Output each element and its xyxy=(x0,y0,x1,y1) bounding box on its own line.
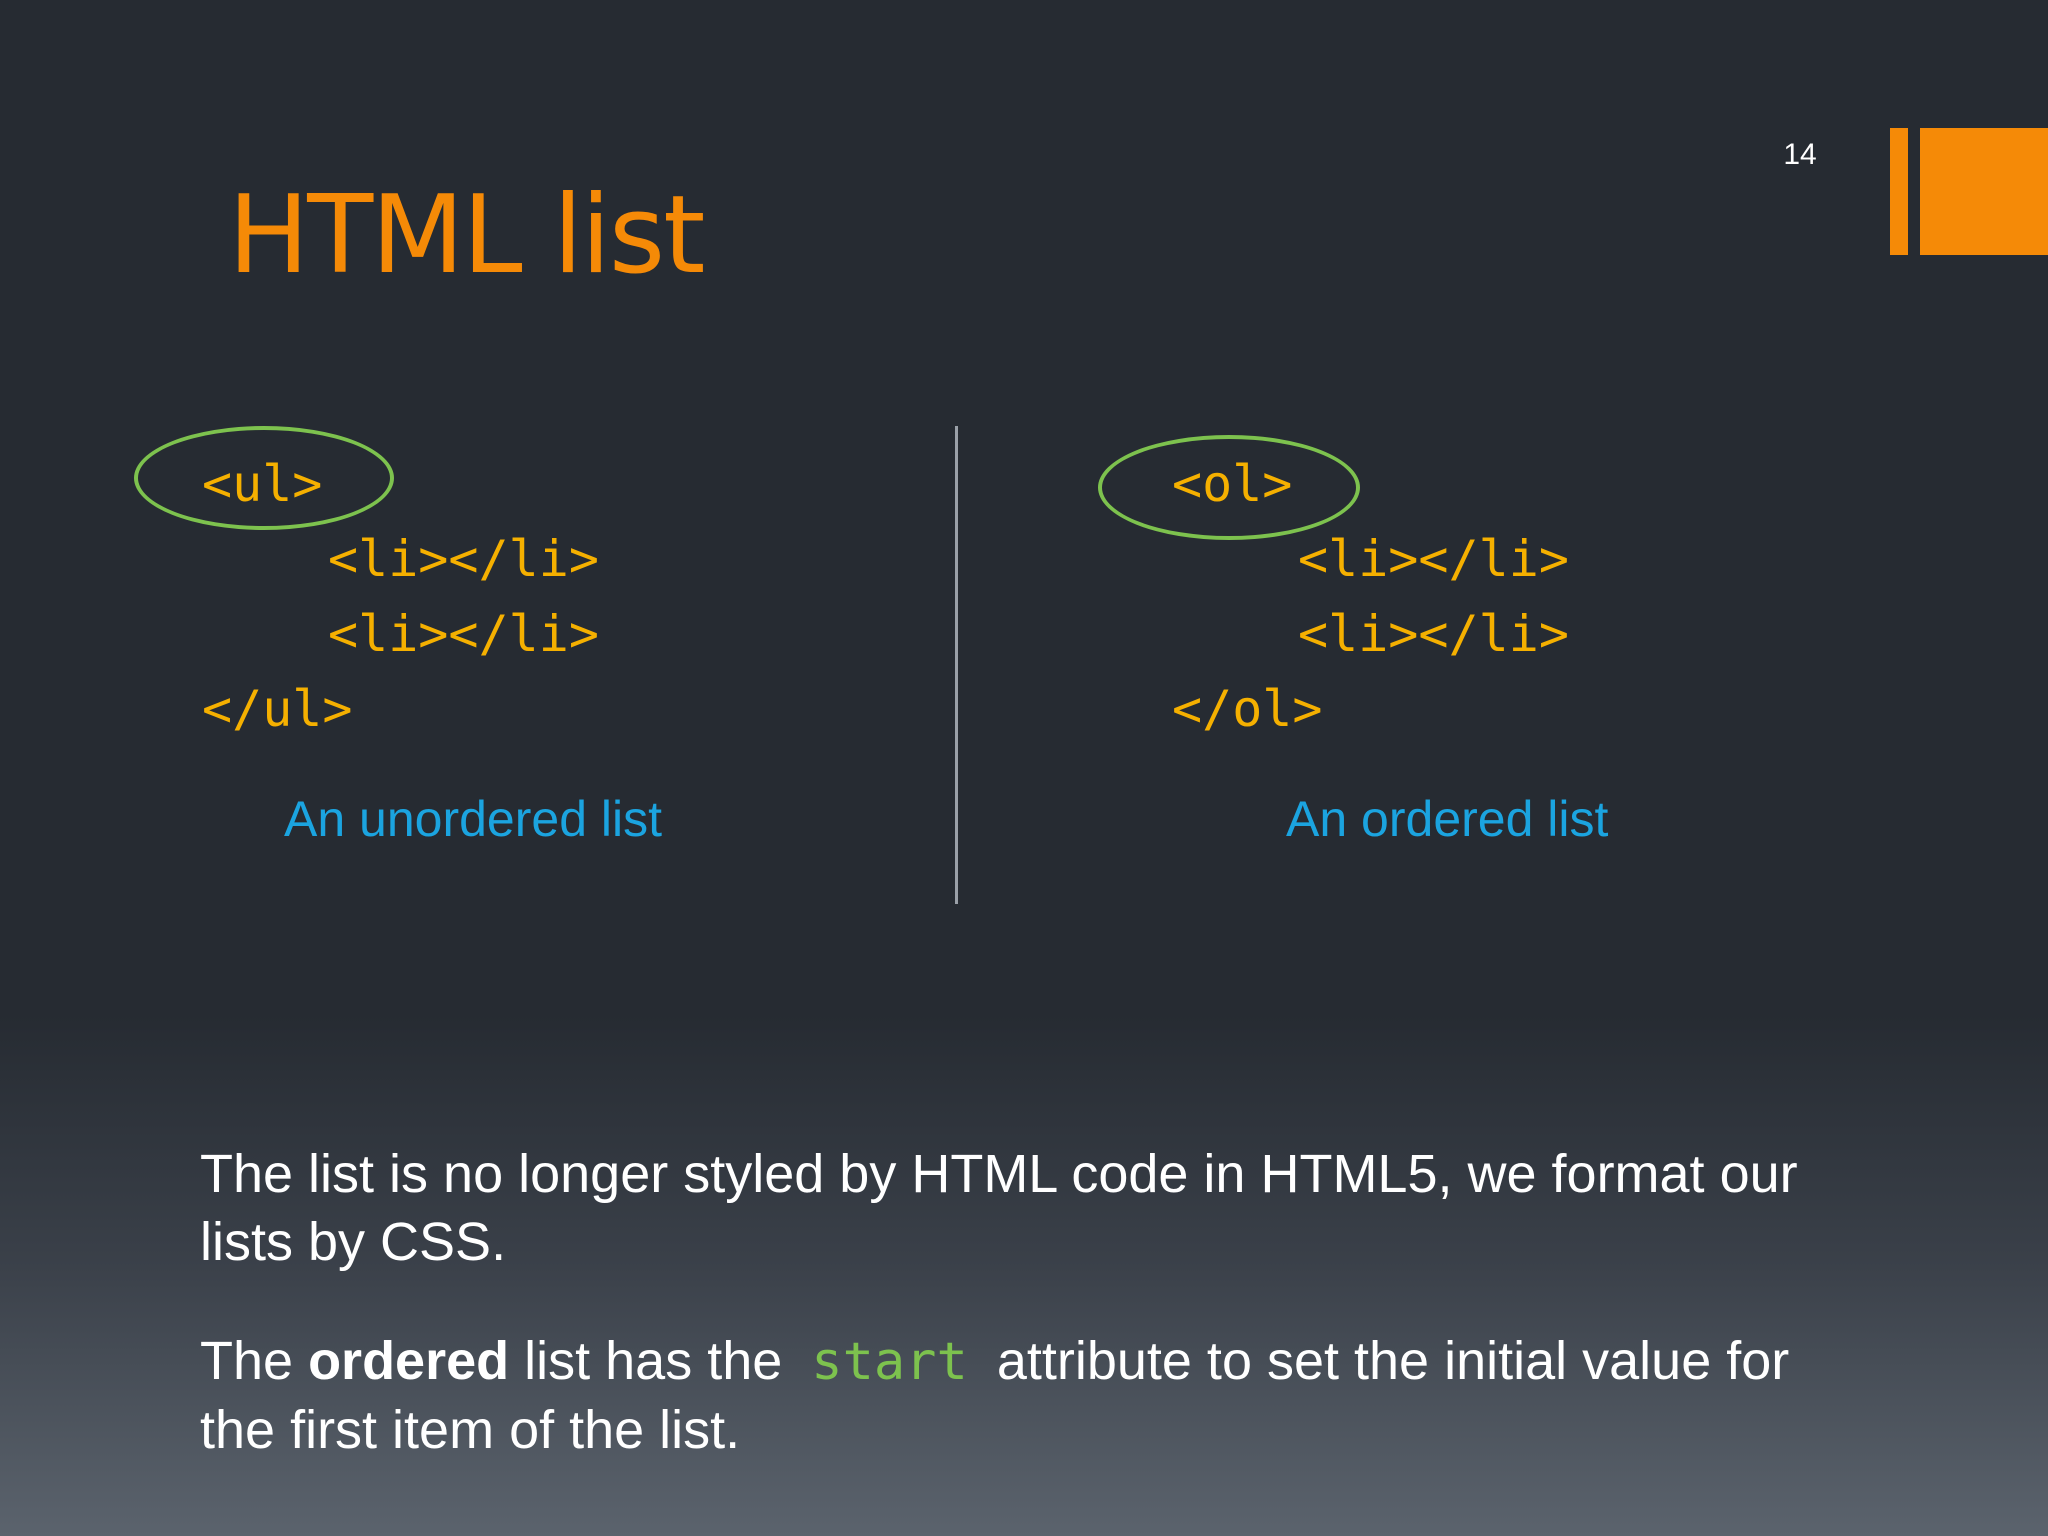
accent-bar-block xyxy=(1920,128,2048,255)
ol-open-tag: <ol> xyxy=(1172,455,1293,513)
ol-list-item-2: <li></li> xyxy=(1298,605,1569,663)
paragraph-2-text-a: The xyxy=(200,1331,309,1391)
body-paragraph-2: The ordered list has the start attribute… xyxy=(200,1327,1840,1464)
slide-title: HTML list xyxy=(228,173,705,298)
ol-close-tag: </ol> xyxy=(1172,680,1323,738)
ul-caption: An unordered list xyxy=(284,791,663,847)
ul-list-item-1: <li></li> xyxy=(328,530,599,588)
paragraph-2-text-b: list has the xyxy=(509,1331,798,1391)
accent-bar-thin xyxy=(1890,128,1908,255)
ol-caption: An ordered list xyxy=(1286,791,1609,847)
ul-close-tag: </ul> xyxy=(202,680,353,738)
ul-open-tag: <ul> xyxy=(202,455,323,513)
start-attribute-code: start xyxy=(811,1332,968,1392)
panel-divider xyxy=(955,426,958,904)
body-paragraph-1: The list is no longer styled by HTML cod… xyxy=(200,1144,1798,1272)
ol-list-item-1: <li></li> xyxy=(1298,530,1569,588)
slide-number: 14 xyxy=(1783,138,1817,171)
paragraph-2-bold-ordered: ordered xyxy=(308,1331,510,1391)
ul-list-item-2: <li></li> xyxy=(328,605,599,663)
